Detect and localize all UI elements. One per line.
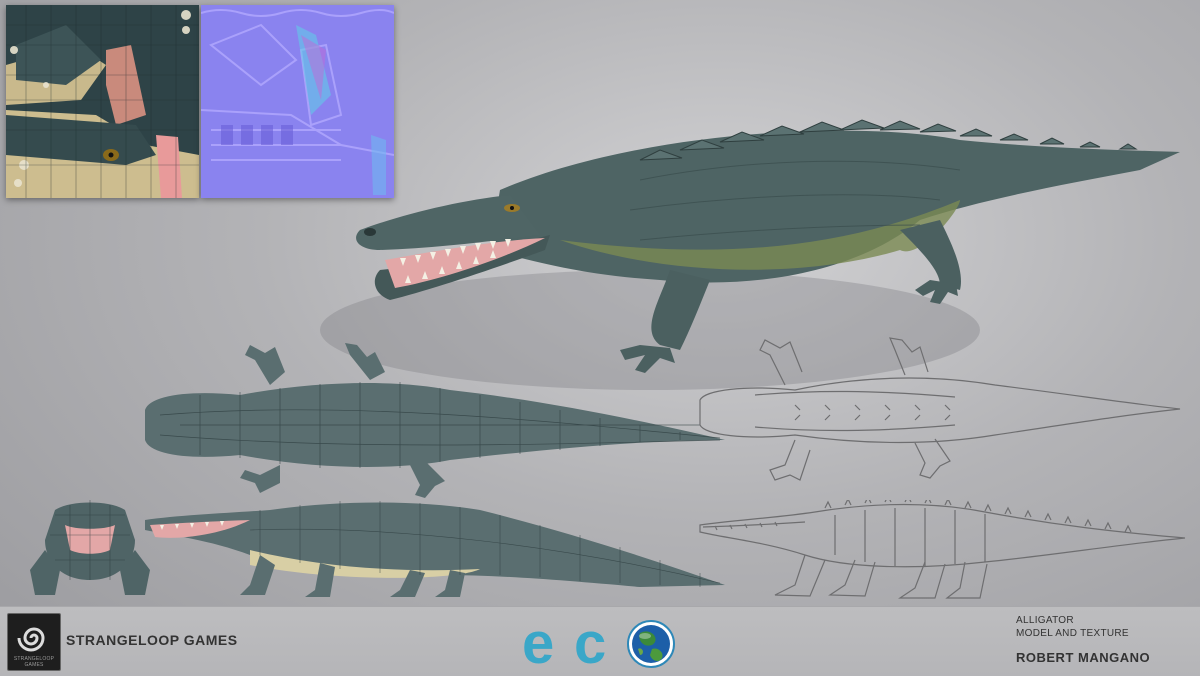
earth-globe-icon — [627, 620, 675, 668]
alligator-sketch-top-view — [699, 337, 1181, 481]
credit-subject: ALLIGATOR — [1016, 615, 1074, 626]
studio-name: STRANGELOOP GAMES — [66, 632, 238, 648]
studio-logo-tagline: STRANGELOOP GAMES — [13, 656, 55, 668]
credit-subtitle: MODEL AND TEXTURE — [1016, 628, 1129, 639]
credits-block: ALLIGATOR MODEL AND TEXTURE ROBERT MANGA… — [1016, 614, 1150, 665]
eco-letter-c: c — [574, 611, 606, 673]
credit-author: ROBERT MANGANO — [1016, 650, 1151, 665]
strangeloop-logo: STRANGELOOP GAMES — [7, 613, 61, 671]
footer-bar: STRANGELOOP GAMES STRANGELOOP GAMES e c … — [0, 606, 1200, 676]
spiral-icon — [17, 627, 45, 652]
alligator-top-view-wireframe — [145, 343, 725, 498]
alligator-front-view — [30, 500, 150, 595]
eco-letter-e: e — [522, 611, 554, 673]
alligator-presentation-scene — [0, 0, 1200, 606]
alligator-side-view-wireframe — [145, 501, 725, 597]
eco-game-logo: e c — [522, 611, 675, 673]
alligator-sketch-side-view — [699, 500, 1186, 599]
